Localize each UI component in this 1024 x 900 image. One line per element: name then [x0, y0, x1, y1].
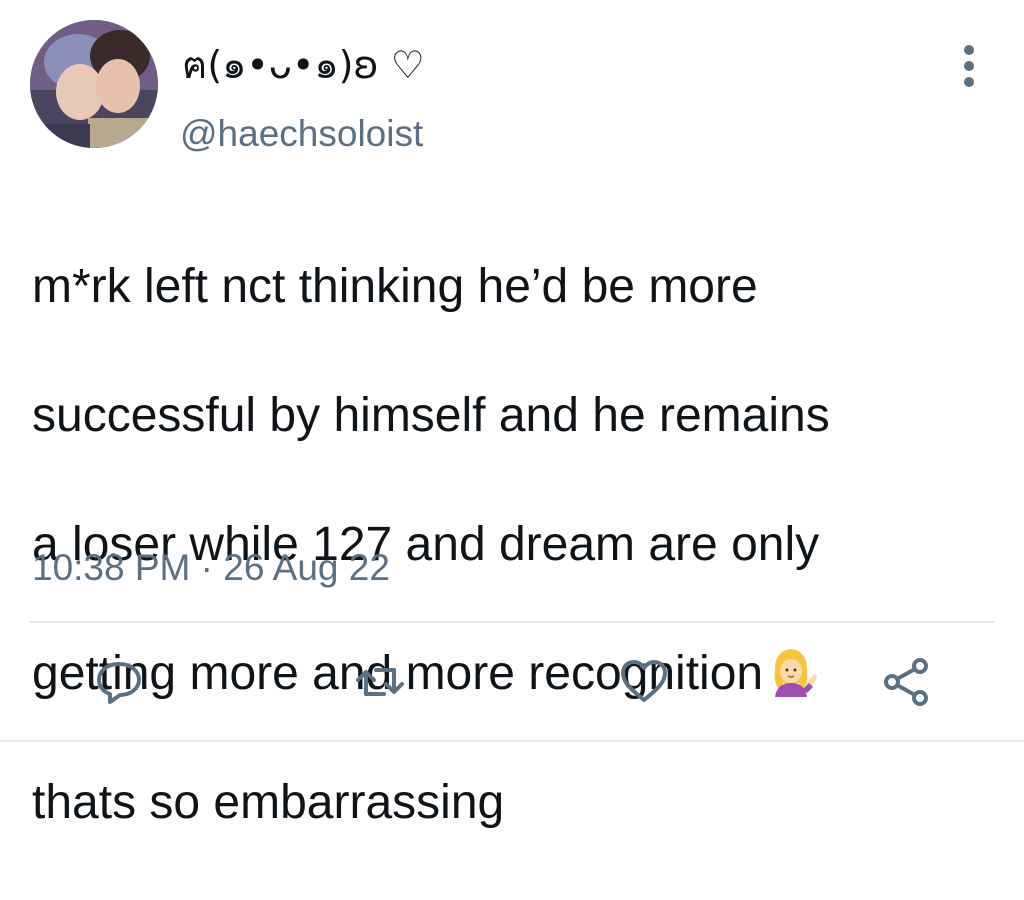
- user-handle[interactable]: @haechsoloist: [180, 112, 423, 156]
- retweet-icon: [356, 668, 404, 696]
- reply-icon: [97, 662, 141, 704]
- tweet-line: successful by himself and he remains: [32, 388, 830, 442]
- tweet-card: ฅ(๑•ᴗ•๑)ʚ ♡ @haechsoloist m*rk left nct …: [0, 0, 1024, 829]
- share-button[interactable]: [880, 656, 932, 708]
- divider: [30, 621, 994, 623]
- like-button[interactable]: [618, 656, 670, 708]
- share-icon: [884, 658, 928, 706]
- avatar-image: [30, 20, 158, 148]
- heart-icon: [621, 660, 667, 702]
- tweet-text: m*rk left nct thinking he’d be more succ…: [32, 190, 992, 900]
- retweet-button[interactable]: [354, 656, 406, 708]
- tweet-line-with-emoji: getting more and more recognition: [32, 642, 992, 707]
- dot-icon: [964, 77, 974, 87]
- divider: [0, 740, 1024, 742]
- avatar[interactable]: [30, 20, 158, 148]
- tweet-timestamp[interactable]: 10:38 PM · 26 Aug 22: [32, 546, 390, 590]
- dot-icon: [964, 45, 974, 55]
- reply-button[interactable]: [93, 656, 145, 708]
- display-name[interactable]: ฅ(๑•ᴗ•๑)ʚ ♡: [182, 42, 425, 88]
- tweet-line: thats so embarrassing: [32, 775, 505, 829]
- dot-icon: [964, 61, 974, 71]
- person-tipping-hand-emoji: [774, 648, 818, 697]
- more-options-button[interactable]: [952, 40, 988, 90]
- tweet-line: m*rk left nct thinking he’d be more: [32, 259, 758, 313]
